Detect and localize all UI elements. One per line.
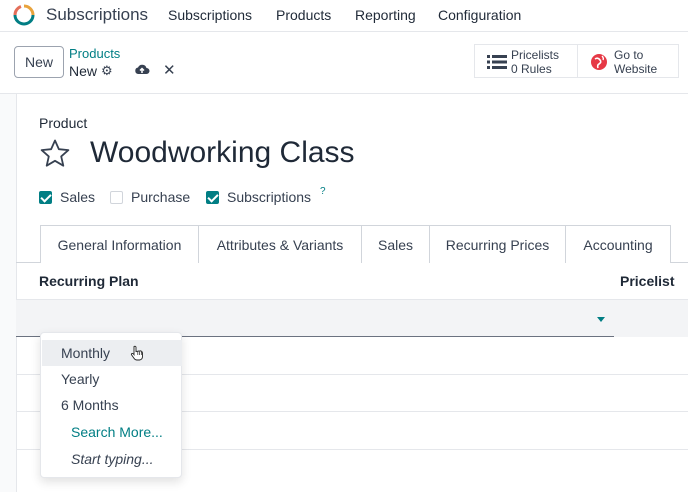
sales-checkbox-label[interactable]: Sales	[60, 189, 95, 205]
pricelists-value: 0 Rules	[511, 62, 552, 76]
dropdown-option-yearly[interactable]: Yearly	[42, 366, 182, 392]
close-icon[interactable]: ✕	[163, 61, 176, 79]
new-button[interactable]: New	[14, 46, 64, 78]
purchase-checkbox-label[interactable]: Purchase	[131, 189, 190, 205]
go-to-website-button[interactable]: Go to Website	[577, 44, 679, 78]
chevron-down-icon[interactable]	[597, 317, 605, 322]
app-logo-icon[interactable]	[13, 4, 35, 26]
dropdown-option-monthly[interactable]: Monthly	[42, 340, 182, 366]
column-header-recurring-plan[interactable]: Recurring Plan	[39, 273, 139, 289]
purchase-checkbox[interactable]	[110, 191, 123, 204]
start-typing-hint: Start typing...	[71, 451, 154, 467]
menu-item-configuration[interactable]: Configuration	[438, 7, 521, 23]
sales-checkbox[interactable]	[39, 191, 52, 204]
subscriptions-checkbox[interactable]	[206, 191, 219, 204]
menu-item-reporting[interactable]: Reporting	[355, 7, 416, 23]
tab-sales[interactable]: Sales	[361, 225, 430, 263]
recurring-plan-dropdown: Monthly Yearly 6 Months Search More... S…	[40, 332, 182, 478]
star-icon[interactable]	[39, 138, 71, 170]
search-more-link[interactable]: Search More...	[42, 419, 182, 445]
cloud-upload-icon[interactable]	[134, 62, 150, 76]
menu-item-subscriptions[interactable]: Subscriptions	[168, 7, 252, 23]
dropdown-option-6-months[interactable]: 6 Months	[42, 392, 182, 418]
breadcrumb-current: New	[69, 63, 98, 79]
gear-icon[interactable]: ⚙	[101, 63, 113, 79]
menu-item-products[interactable]: Products	[276, 7, 331, 23]
pricelists-label: Pricelists	[511, 48, 560, 62]
tab-general-information[interactable]: General Information	[40, 225, 199, 263]
hand-pointer-icon	[130, 345, 143, 361]
app-title[interactable]: Subscriptions	[46, 5, 148, 25]
help-tooltip-icon[interactable]: ?	[320, 186, 326, 197]
product-field-label: Product	[39, 115, 88, 131]
tab-recurring-prices[interactable]: Recurring Prices	[429, 225, 566, 263]
website-label: Website	[614, 62, 658, 76]
go-to-label: Go to	[614, 48, 644, 62]
tab-accounting[interactable]: Accounting	[565, 225, 671, 263]
list-icon	[487, 55, 507, 69]
tab-attributes-variants[interactable]: Attributes & Variants	[198, 225, 362, 263]
control-panel: New Products New ⚙ ✕ Pricelists 0 Rules …	[0, 32, 688, 94]
globe-icon	[591, 54, 607, 70]
top-navbar: Subscriptions Subscriptions Products Rep…	[0, 0, 688, 32]
product-name[interactable]: Woodworking Class	[90, 136, 355, 170]
subscriptions-checkbox-label[interactable]: Subscriptions	[227, 189, 311, 205]
breadcrumb-products[interactable]: Products	[69, 46, 120, 61]
column-header-pricelist[interactable]: Pricelist	[620, 273, 674, 289]
pricelists-smart-button[interactable]: Pricelists 0 Rules	[474, 44, 578, 78]
